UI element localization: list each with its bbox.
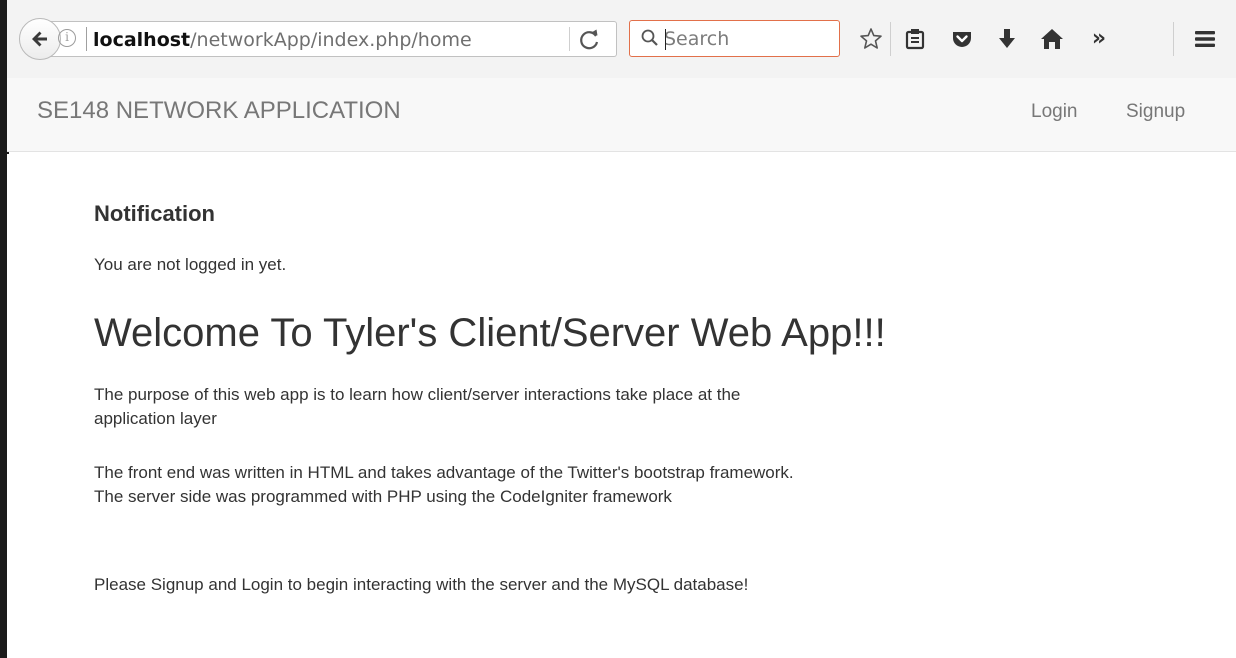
url-path: /networkApp/index.php/home bbox=[190, 29, 472, 51]
toolbar-divider bbox=[890, 22, 891, 56]
back-button[interactable] bbox=[19, 18, 61, 60]
page-title: Welcome To Tyler's Client/Server Web App… bbox=[94, 311, 886, 355]
reload-divider bbox=[569, 27, 570, 51]
search-input[interactable] bbox=[664, 25, 834, 53]
signup-link[interactable]: Signup bbox=[1126, 101, 1185, 123]
url-text[interactable]: localhost/networkApp/index.php/home bbox=[93, 26, 472, 54]
text-caret bbox=[665, 29, 666, 50]
search-icon bbox=[641, 29, 658, 46]
overflow-button[interactable]: » bbox=[1084, 24, 1114, 54]
notification-title: Notification bbox=[94, 201, 215, 226]
url-divider bbox=[86, 27, 87, 51]
menu-button[interactable] bbox=[1190, 24, 1220, 54]
site-navbar: SE148 NETWORK APPLICATION Login Signup bbox=[7, 78, 1236, 152]
tech-paragraph: The front end was written in HTML and ta… bbox=[94, 463, 794, 506]
search-bar[interactable] bbox=[629, 20, 840, 57]
notification-message: You are not logged in yet. bbox=[94, 255, 287, 274]
toolbar-divider bbox=[1173, 22, 1174, 56]
browser-toolbar: i localhost/networkApp/index.php/home Se… bbox=[7, 0, 1236, 78]
home-icon bbox=[1041, 29, 1063, 49]
window-left-edge bbox=[0, 0, 9, 658]
login-link[interactable]: Login bbox=[1031, 101, 1078, 123]
url-host: localhost bbox=[93, 29, 191, 51]
reload-icon[interactable] bbox=[577, 27, 603, 53]
back-arrow-icon bbox=[32, 31, 47, 47]
pocket-icon bbox=[953, 32, 971, 47]
bookmark-star-icon bbox=[860, 28, 882, 49]
navbar-brand[interactable]: SE148 NETWORK APPLICATION bbox=[37, 97, 401, 125]
download-button[interactable] bbox=[992, 24, 1022, 54]
intro-paragraph: The purpose of this web app is to learn … bbox=[94, 385, 741, 428]
call-to-action-paragraph: Please Signup and Login to begin interac… bbox=[94, 575, 749, 594]
reading-list-button[interactable] bbox=[900, 24, 930, 54]
home-button[interactable] bbox=[1037, 24, 1067, 54]
reading-list-icon bbox=[905, 29, 925, 50]
overflow-chevron-icon: » bbox=[1091, 26, 1107, 51]
hamburger-menu-icon bbox=[1195, 31, 1215, 47]
bookmark-star-button[interactable] bbox=[856, 24, 886, 54]
info-icon[interactable]: i bbox=[58, 29, 76, 47]
download-icon bbox=[999, 29, 1015, 48]
pocket-button[interactable] bbox=[947, 24, 977, 54]
